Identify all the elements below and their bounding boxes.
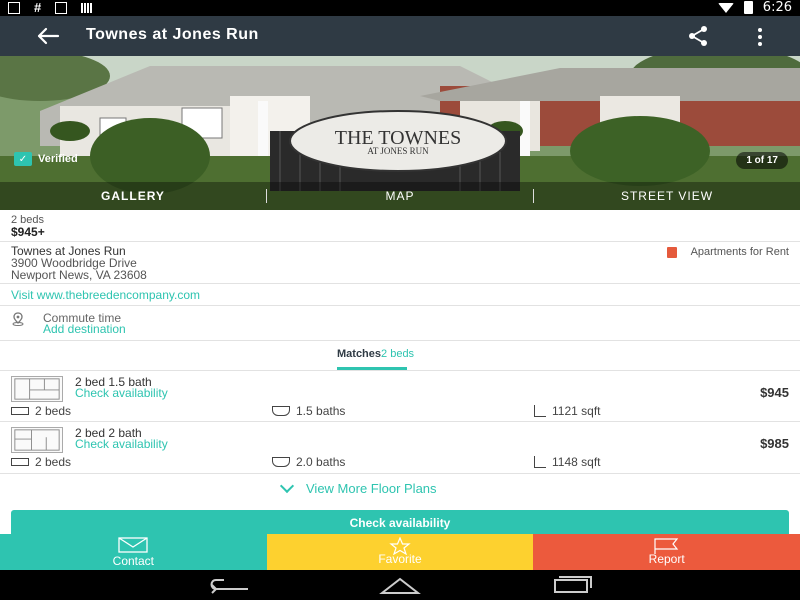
listing-type: Apartments for Rent	[666, 246, 789, 258]
status-bar: # 6:26	[0, 0, 800, 16]
check-icon: ✓	[14, 152, 32, 166]
sqft-info: 1148 sqft	[534, 455, 600, 469]
city-state-zip: Newport News, VA 23608	[11, 268, 147, 282]
chevron-down-icon	[279, 478, 295, 493]
mail-notification-icon	[55, 2, 68, 14]
sqft-value: 1148 sqft	[552, 455, 601, 469]
barcode-icon	[81, 3, 93, 13]
baths-value: 1.5 baths	[296, 404, 346, 418]
sqft-icon	[534, 456, 546, 468]
website-link[interactable]: Visit www.thebreedencompany.com	[11, 288, 200, 302]
floor-plan-price: $945	[760, 385, 789, 400]
app-bar: Townes at Jones Run	[0, 16, 800, 56]
address-block: Townes at Jones Run 3900 Woodbridge Driv…	[11, 245, 147, 281]
bed-icon	[11, 407, 29, 415]
favorite-button[interactable]: Favorite	[266, 534, 534, 570]
tab-gallery[interactable]: GALLERY	[0, 182, 266, 210]
hash-icon: #	[34, 0, 42, 15]
sqft-value: 1121 sqft	[552, 404, 601, 418]
clock: 6:26	[762, 0, 792, 15]
floor-plan-thumbnail	[11, 376, 63, 402]
divider	[0, 473, 800, 474]
more-vert-icon[interactable]	[752, 25, 768, 49]
verified-badge: ✓ Verified	[14, 152, 78, 166]
report-button[interactable]: Report	[533, 534, 800, 570]
contact-label: Contact	[112, 554, 155, 568]
beds-value: 2 beds	[35, 455, 72, 469]
nav-home-icon[interactable]	[378, 575, 422, 595]
beds-info: 2 beds	[11, 404, 71, 418]
wifi-icon	[717, 2, 734, 13]
check-availability-link[interactable]: Check availability	[75, 437, 168, 451]
gallery-tabs: GALLERY MAP STREET VIEW	[0, 182, 800, 210]
favorite-label: Favorite	[378, 552, 422, 566]
page-title: Townes at Jones Run	[86, 26, 259, 43]
report-label: Report	[648, 552, 685, 566]
floor-plan-thumbnail	[11, 427, 63, 453]
sqft-info: 1121 sqft	[534, 404, 600, 418]
tab-map[interactable]: MAP	[267, 182, 533, 210]
mail-icon	[118, 537, 148, 553]
download-icon	[8, 2, 20, 14]
baths-value: 2.0 baths	[296, 455, 346, 469]
nav-back-icon[interactable]	[208, 576, 252, 594]
floor-plan-row[interactable]: 2 bed 1.5 bath Check availability $945 2…	[0, 370, 800, 420]
baths-info: 2.0 baths	[272, 455, 345, 469]
divider	[0, 305, 800, 306]
building-icon	[666, 246, 677, 258]
floor-plan-price: $985	[760, 436, 789, 451]
divider	[0, 241, 800, 242]
back-arrow-icon[interactable]	[36, 26, 60, 46]
listing-type-label: Apartments for Rent	[690, 246, 789, 258]
beds-info: 2 beds	[11, 455, 71, 469]
location-pin-icon	[12, 312, 24, 326]
sign-line-2: AT JONES RUN	[367, 146, 429, 156]
matches-label: Matches	[337, 348, 382, 360]
view-more-label: View More Floor Plans	[306, 481, 437, 496]
nav-recents-icon[interactable]	[549, 576, 593, 594]
floor-plan-row[interactable]: 2 bed 2 bath Check availability $985 2 b…	[0, 421, 800, 471]
bed-icon	[11, 458, 29, 466]
price-summary: 2 beds $945+	[11, 214, 45, 239]
tab-street-view[interactable]: STREET VIEW	[534, 182, 800, 210]
matches-beds: 2 beds	[381, 348, 415, 360]
sqft-icon	[534, 405, 546, 417]
divider	[0, 340, 800, 341]
verified-label: Verified	[38, 153, 78, 165]
matches-tab[interactable]: Matches2 beds	[337, 348, 414, 360]
summary-price: $945+	[11, 225, 45, 239]
bath-icon	[272, 457, 290, 467]
share-icon[interactable]	[686, 24, 710, 48]
action-bar: Contact Favorite Report	[0, 534, 800, 570]
beds-value: 2 beds	[35, 404, 72, 418]
photo-gallery[interactable]: THE TOWNES AT JONES RUN ✓ Verified 1 of …	[0, 56, 800, 210]
battery-icon	[743, 1, 753, 14]
bath-icon	[272, 406, 290, 416]
baths-info: 1.5 baths	[272, 404, 345, 418]
divider	[0, 283, 800, 284]
photo-counter: 1 of 17	[736, 152, 788, 169]
system-nav-bar	[0, 570, 800, 600]
add-destination-link[interactable]: Add destination	[43, 322, 126, 336]
contact-button[interactable]: Contact	[0, 534, 267, 570]
view-more-floor-plans[interactable]: View More Floor Plans	[279, 478, 437, 496]
check-availability-link[interactable]: Check availability	[75, 386, 168, 400]
